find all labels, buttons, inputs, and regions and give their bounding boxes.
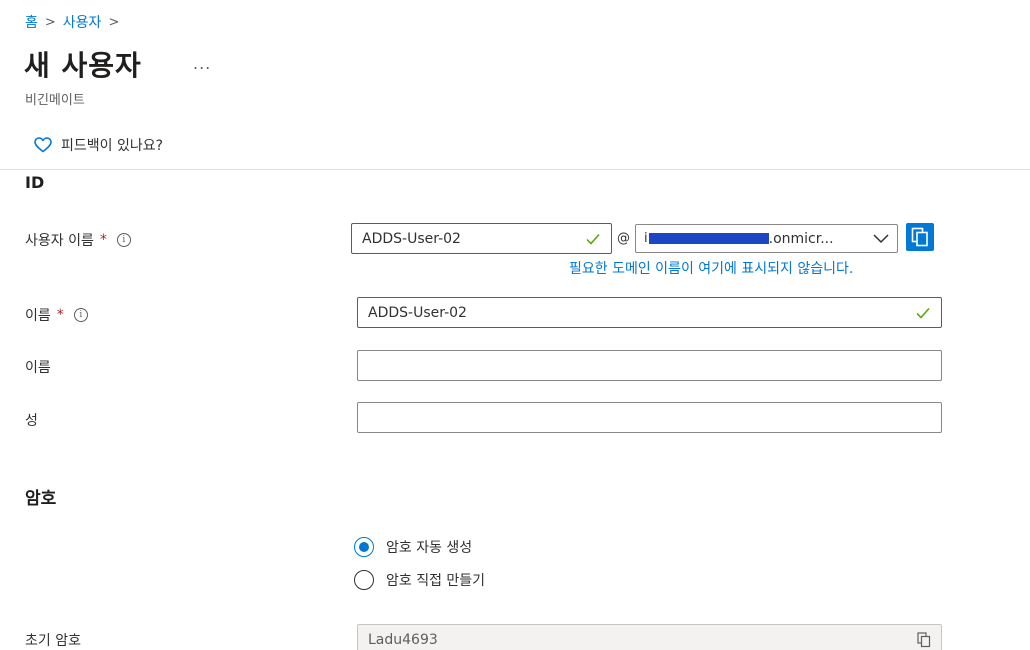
copy-icon bbox=[911, 227, 928, 247]
divider bbox=[0, 169, 1030, 170]
username-input[interactable]: ADDS-User-02 bbox=[351, 223, 612, 254]
identity-section-title: ID bbox=[25, 173, 45, 192]
name-input[interactable]: ADDS-User-02 bbox=[357, 297, 942, 328]
radio-button[interactable] bbox=[354, 570, 374, 590]
domain-value: i .onmicr... bbox=[644, 230, 834, 247]
username-label: 사용자 이름 bbox=[25, 233, 94, 249]
page-title: 새 사용자 bbox=[24, 49, 142, 82]
copy-icon[interactable] bbox=[917, 631, 931, 648]
radio-label: 암호 직접 만들기 bbox=[386, 573, 486, 589]
radio-create-own[interactable]: 암호 직접 만들기 bbox=[354, 570, 485, 590]
radio-auto-generate[interactable]: 암호 자동 생성 bbox=[354, 537, 472, 557]
breadcrumb-separator: > bbox=[108, 14, 120, 30]
name-label-row: 이름 * i bbox=[25, 305, 88, 325]
required-mark: * bbox=[99, 232, 107, 248]
radio-label: 암호 자동 생성 bbox=[386, 540, 473, 556]
breadcrumb-users-link[interactable]: 사용자 bbox=[63, 12, 102, 32]
first-name-input[interactable] bbox=[357, 350, 942, 381]
name-label: 이름 bbox=[25, 308, 51, 324]
first-name-label: 이름 bbox=[25, 360, 51, 376]
breadcrumb-home-link[interactable]: 홈 bbox=[25, 12, 38, 32]
username-label-row: 사용자 이름 * i bbox=[25, 230, 131, 250]
at-sign: @ bbox=[617, 231, 630, 246]
more-options-button[interactable]: ... bbox=[193, 54, 211, 73]
last-name-label: 성 bbox=[25, 413, 38, 429]
copy-button[interactable] bbox=[906, 223, 934, 251]
feedback-label: 피드백이 있나요? bbox=[61, 138, 164, 154]
feedback-link[interactable]: 피드백이 있나요? bbox=[34, 135, 163, 155]
username-value: ADDS-User-02 bbox=[362, 230, 461, 247]
name-value: ADDS-User-02 bbox=[368, 304, 467, 321]
initial-password-label: 초기 암호 bbox=[25, 633, 81, 649]
password-section-title: 암호 bbox=[25, 489, 57, 509]
check-icon bbox=[916, 307, 930, 319]
redacted-block bbox=[648, 233, 769, 244]
initial-password-field: Ladu4693 bbox=[357, 624, 942, 650]
domain-hint-link[interactable]: 필요한 도메인 이름이 여기에 표시되지 않습니다. bbox=[569, 258, 853, 278]
initial-password-value: Ladu4693 bbox=[368, 631, 438, 648]
domain-dropdown[interactable]: i .onmicr... bbox=[635, 224, 898, 253]
check-icon bbox=[586, 233, 600, 245]
heart-icon bbox=[34, 137, 52, 153]
page-subtitle: 비긴메이트 bbox=[25, 93, 85, 108]
required-mark: * bbox=[56, 307, 64, 323]
last-name-input[interactable] bbox=[357, 402, 942, 433]
info-icon[interactable]: i bbox=[73, 308, 88, 322]
chevron-down-icon bbox=[873, 233, 889, 243]
radio-button[interactable] bbox=[354, 537, 374, 557]
info-icon[interactable]: i bbox=[116, 233, 131, 247]
breadcrumb: 홈 > 사용자 > bbox=[25, 12, 119, 32]
domain-text: .onmicr... bbox=[768, 230, 834, 247]
breadcrumb-separator: > bbox=[44, 14, 56, 30]
